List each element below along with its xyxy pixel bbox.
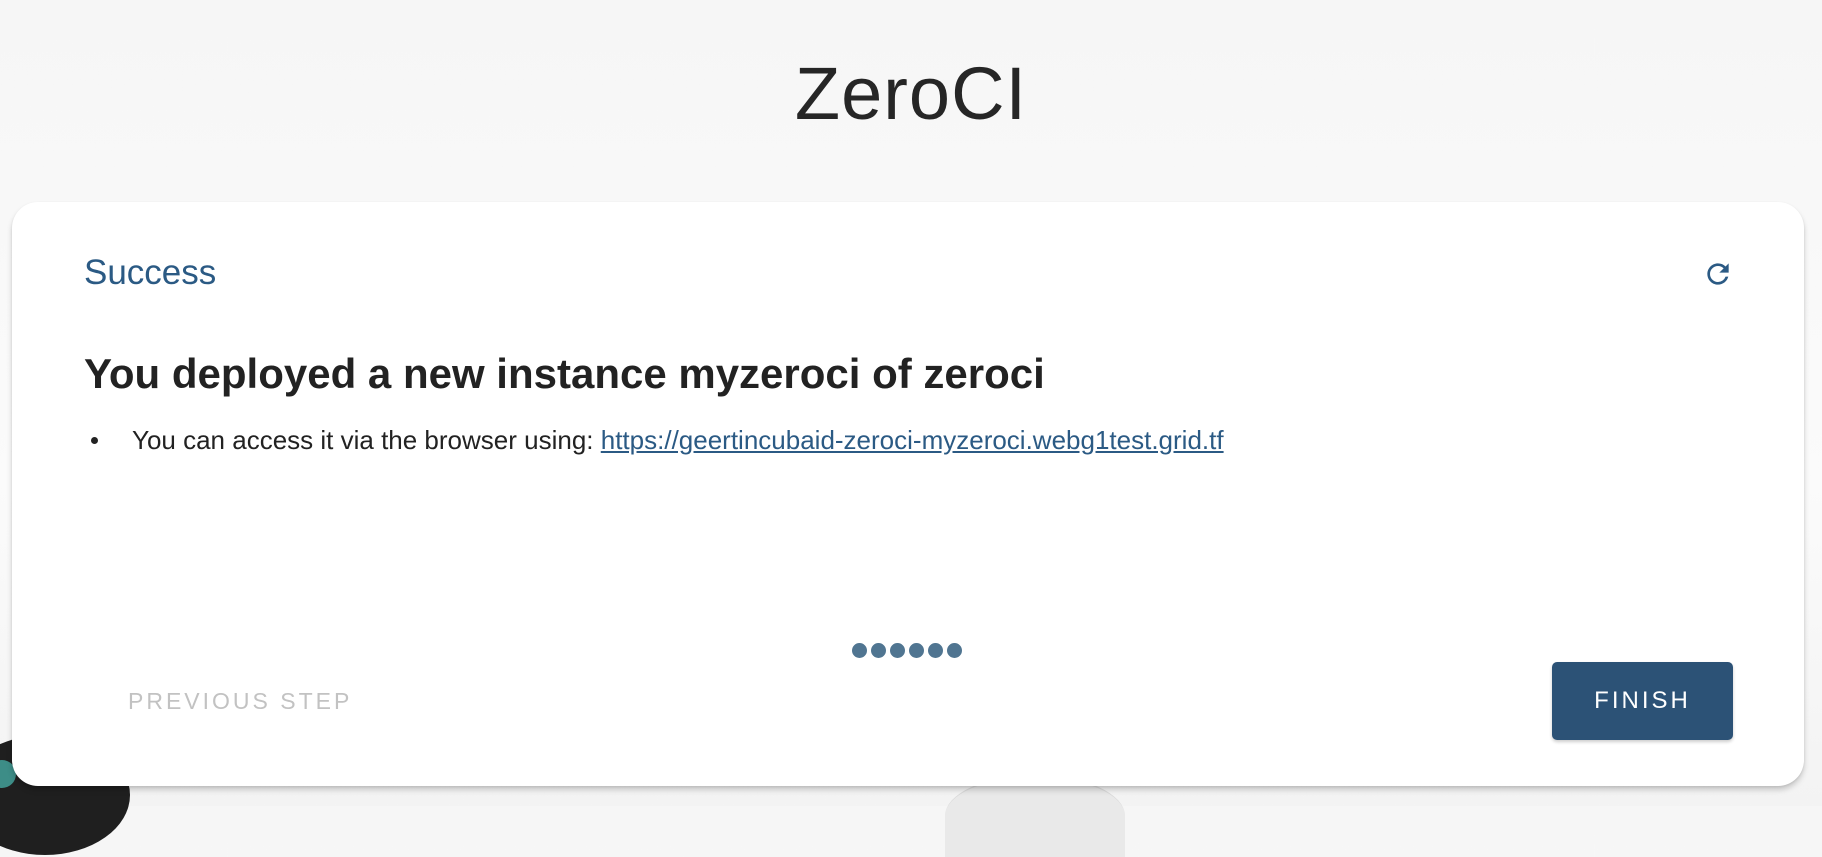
step-dot [890,643,905,658]
step-dot [852,643,867,658]
step-card: Success You deployed a new instance myze… [12,202,1804,786]
previous-step-button[interactable]: PREVIOUS STEP [84,668,396,734]
refresh-icon [1707,263,1729,285]
step-dot [871,643,886,658]
step-dot [947,643,962,658]
instance-url-link[interactable]: https://geertincubaid-zeroci-myzeroci.we… [601,425,1224,455]
step-progress-dots [852,643,962,658]
list-item: You can access it via the browser using:… [84,422,1224,458]
refresh-button[interactable] [1698,254,1738,294]
app-title: ZeroCI [794,52,1028,135]
bullet-icon [91,437,98,444]
background-decoration-shape [945,775,1125,857]
success-heading: You deployed a new instance myzeroci of … [84,350,1045,397]
step-title: Success [84,253,217,292]
access-text: You can access it via the browser using: [132,425,601,455]
step-dot [909,643,924,658]
finish-button[interactable]: FINISH [1552,662,1733,740]
info-list: You can access it via the browser using:… [84,422,1224,458]
step-dot [928,643,943,658]
